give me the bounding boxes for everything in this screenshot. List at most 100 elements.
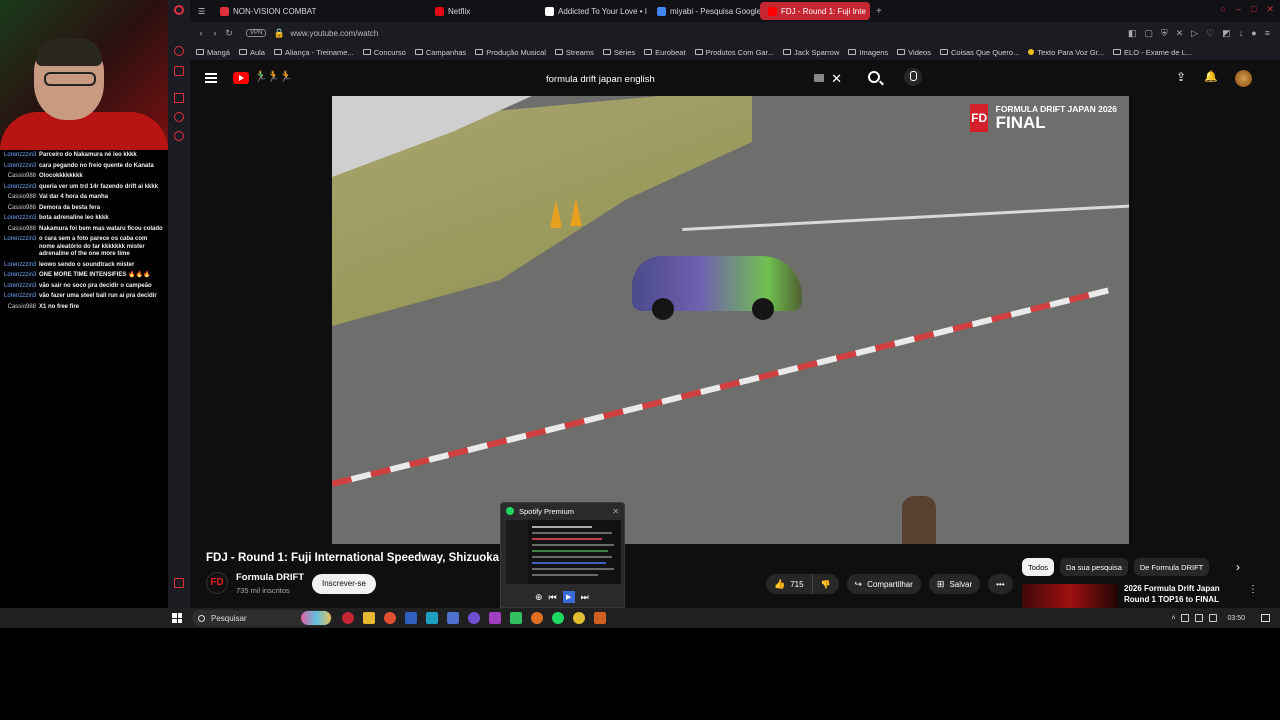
subscribe-button[interactable]: Inscrever-se (312, 574, 376, 594)
play-icon[interactable]: ▷ (1191, 28, 1198, 39)
menu-icon[interactable]: ≡ (1265, 28, 1270, 39)
tab-menu-icon[interactable]: ☰ (190, 2, 212, 20)
tab-3[interactable]: miyabi - Pesquisa Google (649, 2, 760, 20)
chip-from-channel[interactable]: De Formula DRIFT (1133, 558, 1210, 576)
shield-icon[interactable]: ⛨ (1161, 28, 1168, 39)
more-actions-button[interactable]: ••• (988, 574, 1013, 594)
twitch-app-icon[interactable] (489, 612, 501, 624)
bookmark-item[interactable]: Mangá (196, 48, 230, 57)
bell-icon[interactable]: 🔔 (1204, 71, 1218, 83)
keyboard-icon[interactable] (814, 74, 824, 82)
bookmark-item[interactable]: Séries (602, 48, 635, 57)
translate-icon[interactable]: ✕ (1176, 28, 1184, 39)
bookmark-item[interactable]: Eurobeat (644, 48, 686, 57)
aria-icon[interactable] (174, 46, 184, 56)
search-input[interactable]: formula drift japan english ✕ (546, 68, 852, 90)
volume-icon[interactable] (1195, 614, 1204, 622)
clear-search-icon[interactable]: ✕ (831, 71, 842, 87)
start-button[interactable] (172, 613, 182, 623)
spotify-taskbar-preview[interactable]: Spotify Premium ✕ ⊕ ⏮ ▶ ⏭ (500, 502, 625, 608)
bookmark-item[interactable]: ELO - Exame de L... (1113, 48, 1192, 57)
obs-app-icon[interactable] (384, 612, 396, 624)
previous-icon[interactable]: ⏮ (549, 592, 557, 603)
extension-icon[interactable]: ◩ (1222, 28, 1231, 39)
player-icon[interactable] (174, 93, 184, 103)
tab-0[interactable]: NON-VISION COMBAT (212, 2, 427, 20)
terminal-app-icon[interactable] (510, 612, 522, 624)
bookmark-item[interactable]: Coisas Que Quero... (939, 48, 1019, 57)
app-icon[interactable] (594, 612, 606, 624)
chat-username[interactable]: Lorenzzzin3 (4, 184, 36, 192)
heart-icon[interactable] (174, 112, 184, 122)
chat-username[interactable]: Cassio988 (4, 205, 36, 213)
chrome-app-icon[interactable] (573, 612, 585, 624)
voice-search-icon[interactable] (904, 68, 922, 86)
vpn-badge[interactable]: VPN (246, 29, 267, 37)
back-button[interactable]: ‹ (194, 28, 208, 38)
avatar[interactable] (1235, 70, 1252, 87)
bookmark-item[interactable]: Videos (897, 48, 931, 57)
taskbar-search[interactable]: Pesquisar (192, 610, 332, 626)
tray-chevron-icon[interactable]: ˄ (1171, 615, 1175, 622)
next-icon[interactable]: ⏭ (581, 592, 589, 603)
recommended-more-icon[interactable]: ⋮ (1248, 584, 1258, 595)
chat-username[interactable]: Lorenzzzin3 (4, 163, 36, 171)
upload-icon[interactable]: ⇪ (1176, 71, 1188, 83)
search-icon[interactable] (868, 71, 880, 83)
youtube-logo-icon[interactable] (233, 72, 249, 84)
close-icon[interactable]: ✕ (612, 507, 619, 516)
chat-username[interactable]: Lorenzzzin3 (4, 262, 36, 270)
chevron-right-icon[interactable]: › (1236, 560, 1240, 574)
chat-username[interactable]: Cassio988 (4, 173, 36, 181)
network-icon[interactable] (1181, 614, 1190, 622)
share-button[interactable]: ↪ Compartilhar (846, 574, 921, 594)
channel-name[interactable]: Formula DRIFT (236, 572, 304, 583)
bookmark-item[interactable]: Streams (554, 48, 594, 57)
spotify-app-icon[interactable] (552, 612, 564, 624)
url-field[interactable]: www.youtube.com/watch (290, 29, 378, 38)
heart-outline-icon[interactable]: ♡ (1206, 28, 1214, 39)
bookmark-item[interactable]: Campanhas (414, 48, 466, 57)
discord-app-icon[interactable] (468, 612, 480, 624)
notification-icon[interactable] (1261, 614, 1270, 622)
opera-logo-icon[interactable] (174, 5, 184, 15)
bookmark-item[interactable]: Jack Sparrow (782, 48, 839, 57)
history-icon[interactable] (174, 131, 184, 141)
bookmark-item[interactable]: Imagens (848, 48, 888, 57)
app-icon[interactable] (447, 612, 459, 624)
chat-username[interactable]: Cassio988 (4, 194, 36, 202)
tab-2[interactable]: Addicted To Your Love • I (537, 2, 649, 20)
vscode-app-icon[interactable] (426, 612, 438, 624)
chat-username[interactable]: Lorenzzzin3 (4, 215, 36, 223)
add-icon[interactable]: ⊕ (535, 592, 543, 603)
steam-app-icon[interactable] (405, 612, 417, 624)
like-button[interactable]: 👍 715 (766, 574, 813, 594)
reload-button[interactable]: ↻ (222, 28, 236, 39)
chip-from-search[interactable]: Da sua pesquisa (1060, 558, 1128, 576)
hamburger-menu-icon[interactable] (205, 73, 217, 83)
bookmark-item[interactable]: Concurso (362, 48, 406, 57)
chat-username[interactable]: Lorenzzzin3 (4, 272, 36, 280)
tab-1[interactable]: Netflix (427, 2, 537, 20)
chat-username[interactable]: Lorenzzzin3 (4, 152, 36, 160)
chat-username[interactable]: Lorenzzzin3 (4, 236, 36, 259)
bookmark-item[interactable]: Texto Para Voz Gr... (1028, 48, 1104, 57)
play-button[interactable]: ▶ (562, 591, 575, 603)
settings-icon[interactable] (174, 578, 184, 588)
chip-all[interactable]: Todos (1022, 558, 1055, 576)
dislike-button[interactable]: 👎 (812, 574, 839, 594)
bookmark-item[interactable]: Aliança - Treiname... (273, 48, 354, 57)
explorer-app-icon[interactable] (363, 612, 375, 624)
bookmark-item[interactable]: Produtos Com Gar... (694, 48, 774, 57)
account-icon[interactable]: ● (1251, 28, 1256, 39)
opera-app-icon[interactable] (342, 612, 354, 624)
forward-button[interactable]: › (208, 28, 222, 38)
bookmark-item[interactable]: Produção Musical (475, 48, 546, 57)
video-player[interactable]: FD FORMULA DRIFT JAPAN 2026 FINAL (332, 96, 1129, 544)
search-tabs-icon[interactable]: ○ (1221, 4, 1226, 15)
chat-username[interactable]: Cassio988 (4, 226, 36, 234)
maximize-button[interactable]: □ (1251, 4, 1256, 15)
chat-username[interactable]: Lorenzzzin3 (4, 293, 36, 301)
minimize-button[interactable]: – (1236, 4, 1241, 15)
bookmark-item[interactable]: Aula (238, 48, 265, 57)
